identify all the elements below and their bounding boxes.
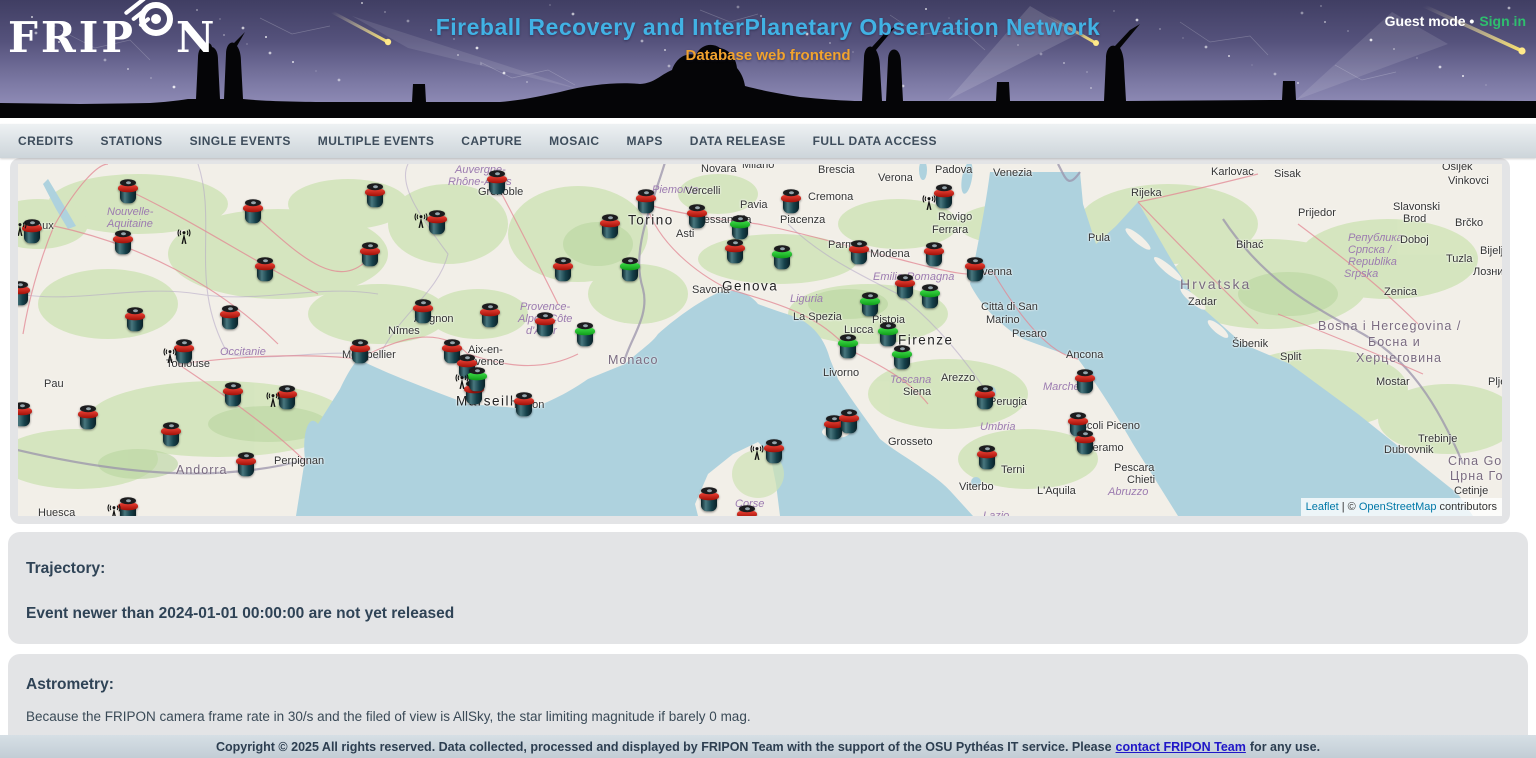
map-attribution: Leaflet | © OpenStreetMap contributors [1301,498,1502,516]
attribution-separator: | © [1339,501,1359,513]
header-banner: FRIPN Fireball Recovery and InterPlaneta… [0,0,1536,118]
antenna-icon[interactable] [176,229,192,245]
station-marker-red[interactable] [764,440,784,465]
station-marker-red[interactable] [553,258,573,283]
station-marker-green[interactable] [920,285,940,310]
leaflet-map[interactable]: Auvergne-Rhône-AlpesNouvelle-AquitaineOc… [18,164,1502,516]
nav-item-data-release[interactable]: DATA RELEASE [690,134,786,148]
logo-text-right: N [176,13,217,62]
trajectory-message: Event newer than 2024-01-01 00:00:00 are… [26,605,1510,623]
station-marker-red[interactable] [636,190,656,215]
antenna-icon[interactable] [162,348,178,364]
astrometry-heading: Astrometry: [26,676,1510,694]
station-marker-green[interactable] [575,323,595,348]
station-marker-red[interactable] [687,205,707,230]
antenna-icon[interactable] [265,392,281,408]
nav-item-single-events[interactable]: SINGLE EVENTS [190,134,291,148]
station-marker-red[interactable] [975,386,995,411]
nav-item-mosaic[interactable]: MOSAIC [549,134,599,148]
attribution-suffix: contributors [1436,501,1497,513]
station-marker-red[interactable] [965,258,985,283]
page-title: Fireball Recovery and InterPlanetary Obs… [0,14,1536,41]
fripon-logo[interactable]: FRIPN [8,8,217,68]
station-marker-red[interactable] [78,406,98,431]
leaflet-link[interactable]: Leaflet [1306,501,1339,513]
station-marker-green[interactable] [838,335,858,360]
antenna-icon[interactable] [413,213,429,229]
station-marker-red[interactable] [480,304,500,329]
station-marker-green[interactable] [892,346,912,371]
nav-item-stations[interactable]: STATIONS [100,134,162,148]
station-marker-red[interactable] [487,171,507,196]
station-marker-red[interactable] [1075,370,1095,395]
contact-fripon-team-link[interactable]: contact FRIPON Team [1116,740,1246,754]
station-marker-red[interactable] [725,240,745,265]
openstreetmap-link[interactable]: OpenStreetMap [1359,501,1437,513]
guest-mode-label: Guest mode • [1385,13,1475,29]
footer-bar: Copyright © 2025 All rights reserved. Da… [0,735,1536,758]
station-marker-red[interactable] [413,300,433,325]
station-marker-red[interactable] [223,383,243,408]
antenna-icon[interactable] [106,504,122,516]
station-marker-red[interactable] [977,446,997,471]
page-subtitle: Database web frontend [0,47,1536,64]
session-status: Guest mode •Sign in [1385,13,1526,29]
station-marker-red[interactable] [161,423,181,448]
station-marker-red[interactable] [427,211,447,236]
nav-item-capture[interactable]: CAPTURE [461,134,522,148]
map-panel: Auvergne-Rhône-AlpesNouvelle-AquitaineOc… [10,158,1510,524]
station-marker-red[interactable] [1075,431,1095,456]
station-marker-red[interactable] [255,258,275,283]
station-marker-red[interactable] [600,215,620,240]
station-marker-red[interactable] [781,190,801,215]
station-marker-red[interactable] [113,231,133,256]
station-marker-red[interactable] [699,488,719,513]
antenna-icon[interactable] [18,221,28,237]
nav-item-multiple-events[interactable]: MULTIPLE EVENTS [318,134,434,148]
antenna-icon[interactable] [749,445,765,461]
station-marker-red[interactable] [220,306,240,331]
footer-text-after: for any use. [1250,740,1320,754]
station-marker-red[interactable] [535,313,555,338]
station-marker-red[interactable] [118,180,138,205]
station-marker-red[interactable] [236,453,256,478]
station-marker-red[interactable] [849,241,869,266]
meteor-trail-icon [116,2,156,30]
station-marker-red[interactable] [895,275,915,300]
station-marker-red[interactable] [18,403,32,428]
station-marker-green[interactable] [467,368,487,393]
trajectory-section: Trajectory: Event newer than 2024-01-01 … [8,532,1528,644]
station-marker-red[interactable] [350,340,370,365]
station-marker-red[interactable] [839,410,859,435]
station-marker-red[interactable] [737,506,757,516]
station-marker-green[interactable] [730,216,750,241]
station-marker-green[interactable] [860,293,880,318]
trajectory-heading: Trajectory: [26,560,1510,578]
station-marker-green[interactable] [620,258,640,283]
station-marker-red[interactable] [934,185,954,210]
station-marker-red[interactable] [243,200,263,225]
sign-in-link[interactable]: Sign in [1479,13,1526,29]
footer-text-before: Copyright © 2025 All rights reserved. Da… [216,740,1112,754]
astrometry-body: Because the FRIPON camera frame rate in … [26,709,1510,724]
nav-item-maps[interactable]: MAPS [626,134,662,148]
main-nav: CREDITS STATIONS SINGLE EVENTS MULTIPLE EVE… [0,124,1536,158]
station-marker-red[interactable] [514,393,534,418]
station-marker-red[interactable] [18,282,30,307]
station-marker-red[interactable] [365,184,385,209]
station-marker-green[interactable] [772,246,792,271]
station-marker-red[interactable] [360,243,380,268]
station-marker-red[interactable] [125,308,145,333]
station-marker-green[interactable] [878,323,898,348]
antenna-icon[interactable] [454,374,470,390]
station-marker-red[interactable] [924,243,944,268]
antenna-icon[interactable] [921,195,937,211]
nav-item-credits[interactable]: CREDITS [18,134,73,148]
nav-item-full-data-access[interactable]: FULL DATA ACCESS [813,134,937,148]
